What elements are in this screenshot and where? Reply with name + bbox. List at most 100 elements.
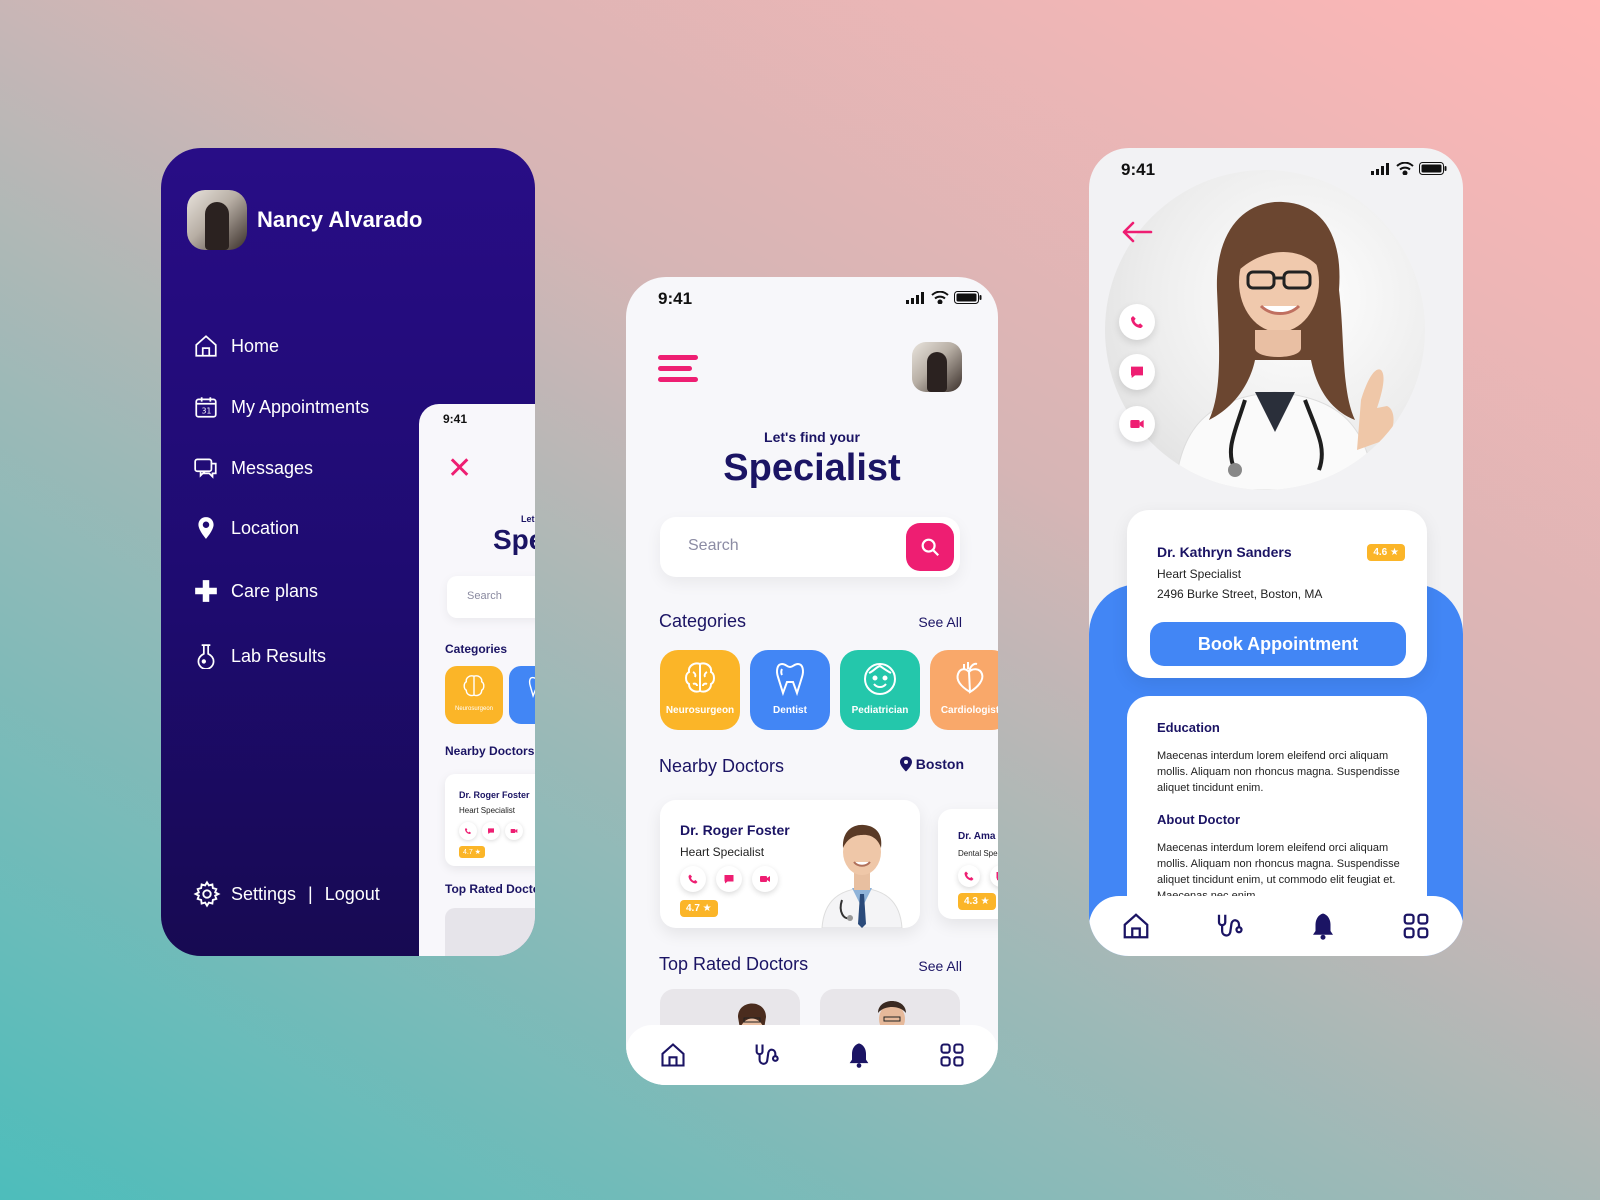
menu-item-label: Location: [231, 517, 300, 538]
contact-actions: [958, 865, 998, 887]
close-icon[interactable]: ✕: [447, 454, 472, 484]
categories-title: Categories: [659, 611, 747, 631]
home-tab-icon[interactable]: [659, 1041, 687, 1069]
top-rated-see-all-link[interactable]: See All: [918, 958, 962, 974]
bell-icon[interactable]: [845, 1041, 873, 1069]
menu-item-location[interactable]: Location: [193, 515, 299, 541]
nearby-doctors-title: Nearby Doctors: [659, 756, 785, 776]
stethoscope-icon[interactable]: [1214, 911, 1244, 941]
doctor-specialty: Dental Spe: [958, 849, 998, 858]
menu-item-lab-results[interactable]: Lab Results: [193, 643, 326, 669]
menu-item-home[interactable]: Home: [193, 333, 279, 359]
message-button[interactable]: [716, 866, 742, 892]
doctor-address: 2496 Burke Street, Boston, MA: [1157, 587, 1323, 601]
search-button[interactable]: [906, 523, 954, 571]
call-button[interactable]: [958, 865, 980, 887]
video-icon: [505, 822, 523, 840]
category-pediatrician[interactable]: Pediatrician: [840, 650, 920, 730]
preview-lets-text: Let: [521, 514, 535, 524]
location-pin-icon: [899, 756, 912, 772]
message-button[interactable]: [990, 865, 998, 887]
preview-top-rated-label: Top Rated Doctors: [445, 882, 535, 896]
logout-link[interactable]: Logout: [325, 884, 380, 905]
greeting-subtitle: Let's find your: [764, 429, 860, 445]
phone-icon: [964, 871, 974, 881]
category-label: Dentist: [773, 705, 807, 716]
menu-item-messages[interactable]: Messages: [193, 455, 313, 481]
menu-item-label: Home: [231, 335, 280, 356]
book-appointment-button[interactable]: Book Appointment: [1150, 622, 1406, 666]
wifi-icon: [931, 291, 949, 304]
preview-search-input: Search: [447, 576, 535, 618]
doctor-card[interactable]: Dr. Roger Foster Heart Specialist 4.7 ★: [660, 800, 920, 928]
about-text: Maecenas interdum lorem eleifend orci al…: [1157, 842, 1400, 902]
video-call-button[interactable]: [1119, 406, 1155, 442]
doctor-name: Dr. Ama: [958, 831, 996, 842]
back-arrow-icon[interactable]: [1121, 220, 1153, 244]
video-icon: [760, 876, 770, 882]
location-filter[interactable]: Boston: [899, 756, 964, 772]
home-tab-icon[interactable]: [1121, 911, 1151, 941]
preview-category-label: Neurosurgeon: [454, 706, 494, 712]
profile-header[interactable]: Nancy Alvarado: [187, 190, 422, 250]
preview-contact-icons: [459, 822, 528, 840]
contact-actions: [680, 866, 788, 892]
cross-icon: [195, 580, 217, 602]
category-dentist[interactable]: Dentist: [750, 650, 830, 730]
home-preview-panel[interactable]: 9:41 ✕ Let Spe Search Categories Neurosu…: [419, 404, 535, 956]
search-bar: Search: [660, 517, 960, 577]
education-heading: Education: [1157, 720, 1220, 735]
doctor-specialty: Heart Specialist: [1157, 567, 1242, 581]
stethoscope-icon[interactable]: [752, 1041, 780, 1069]
doctor-specialty: Heart Specialist: [680, 845, 765, 859]
video-call-button[interactable]: [752, 866, 778, 892]
message-button[interactable]: [1119, 354, 1155, 390]
signal-icon: [1371, 162, 1389, 175]
brain-icon: [463, 675, 485, 697]
preview-doctor-specialty: Heart Specialist: [459, 806, 516, 815]
rating-value: 4.3: [964, 896, 978, 907]
category-neurosurgeon[interactable]: Neurosurgeon: [660, 650, 740, 730]
user-avatar[interactable]: [912, 342, 962, 392]
call-button[interactable]: [1119, 304, 1155, 340]
menu-item-label: Care plans: [231, 580, 319, 601]
search-icon: [921, 538, 940, 557]
preview-category-neurosurgeon: Neurosurgeon: [445, 666, 503, 724]
menu-item-appointments[interactable]: 31 My Appointments: [193, 394, 369, 420]
settings-link[interactable]: Settings: [231, 884, 296, 905]
footer-separator: |: [308, 883, 313, 904]
hamburger-menu-icon[interactable]: [658, 355, 698, 385]
video-icon: [1130, 420, 1144, 428]
preview-category-label: D: [509, 706, 535, 712]
call-button[interactable]: [680, 866, 706, 892]
categories-see-all-link[interactable]: See All: [918, 614, 962, 630]
bell-icon[interactable]: [1308, 911, 1338, 941]
menu-item-care-plans[interactable]: Care plans: [193, 578, 318, 604]
home-icon: [195, 335, 217, 357]
grid-icon[interactable]: [1401, 911, 1431, 941]
user-avatar[interactable]: [187, 190, 247, 250]
phone-icon: [459, 822, 477, 840]
status-icons: [901, 291, 982, 304]
menu-item-label: Lab Results: [231, 645, 327, 666]
location-label: Boston: [915, 756, 964, 772]
calendar-icon: 31: [195, 397, 217, 418]
grid-icon[interactable]: [938, 1041, 966, 1069]
signal-icon: [906, 291, 924, 304]
status-time: 9:41: [658, 289, 693, 308]
doctor-card[interactable]: Dr. Ama Dental Spe 4.3 ★: [938, 809, 998, 919]
preview-title: Spe: [493, 524, 535, 555]
menu-item-label: My Appointments: [231, 396, 370, 417]
rating-badge: 4.3 ★: [958, 893, 996, 910]
search-input[interactable]: Search: [688, 537, 739, 555]
category-label: Pediatrician: [851, 705, 909, 716]
category-cardiologist[interactable]: Cardiologist: [930, 650, 998, 730]
preview-categories-label: Categories: [445, 642, 508, 656]
doctor-name: Dr. Roger Foster: [680, 822, 790, 838]
doctor-name: Dr. Kathryn Sanders: [1157, 544, 1292, 560]
chat-icon: [482, 822, 500, 840]
education-text: Maecenas interdum lorem eleifend orci al…: [1157, 750, 1400, 794]
gear-icon: [193, 880, 221, 908]
user-name: Nancy Alvarado: [257, 207, 423, 232]
category-label: Neurosurgeon: [665, 705, 735, 716]
